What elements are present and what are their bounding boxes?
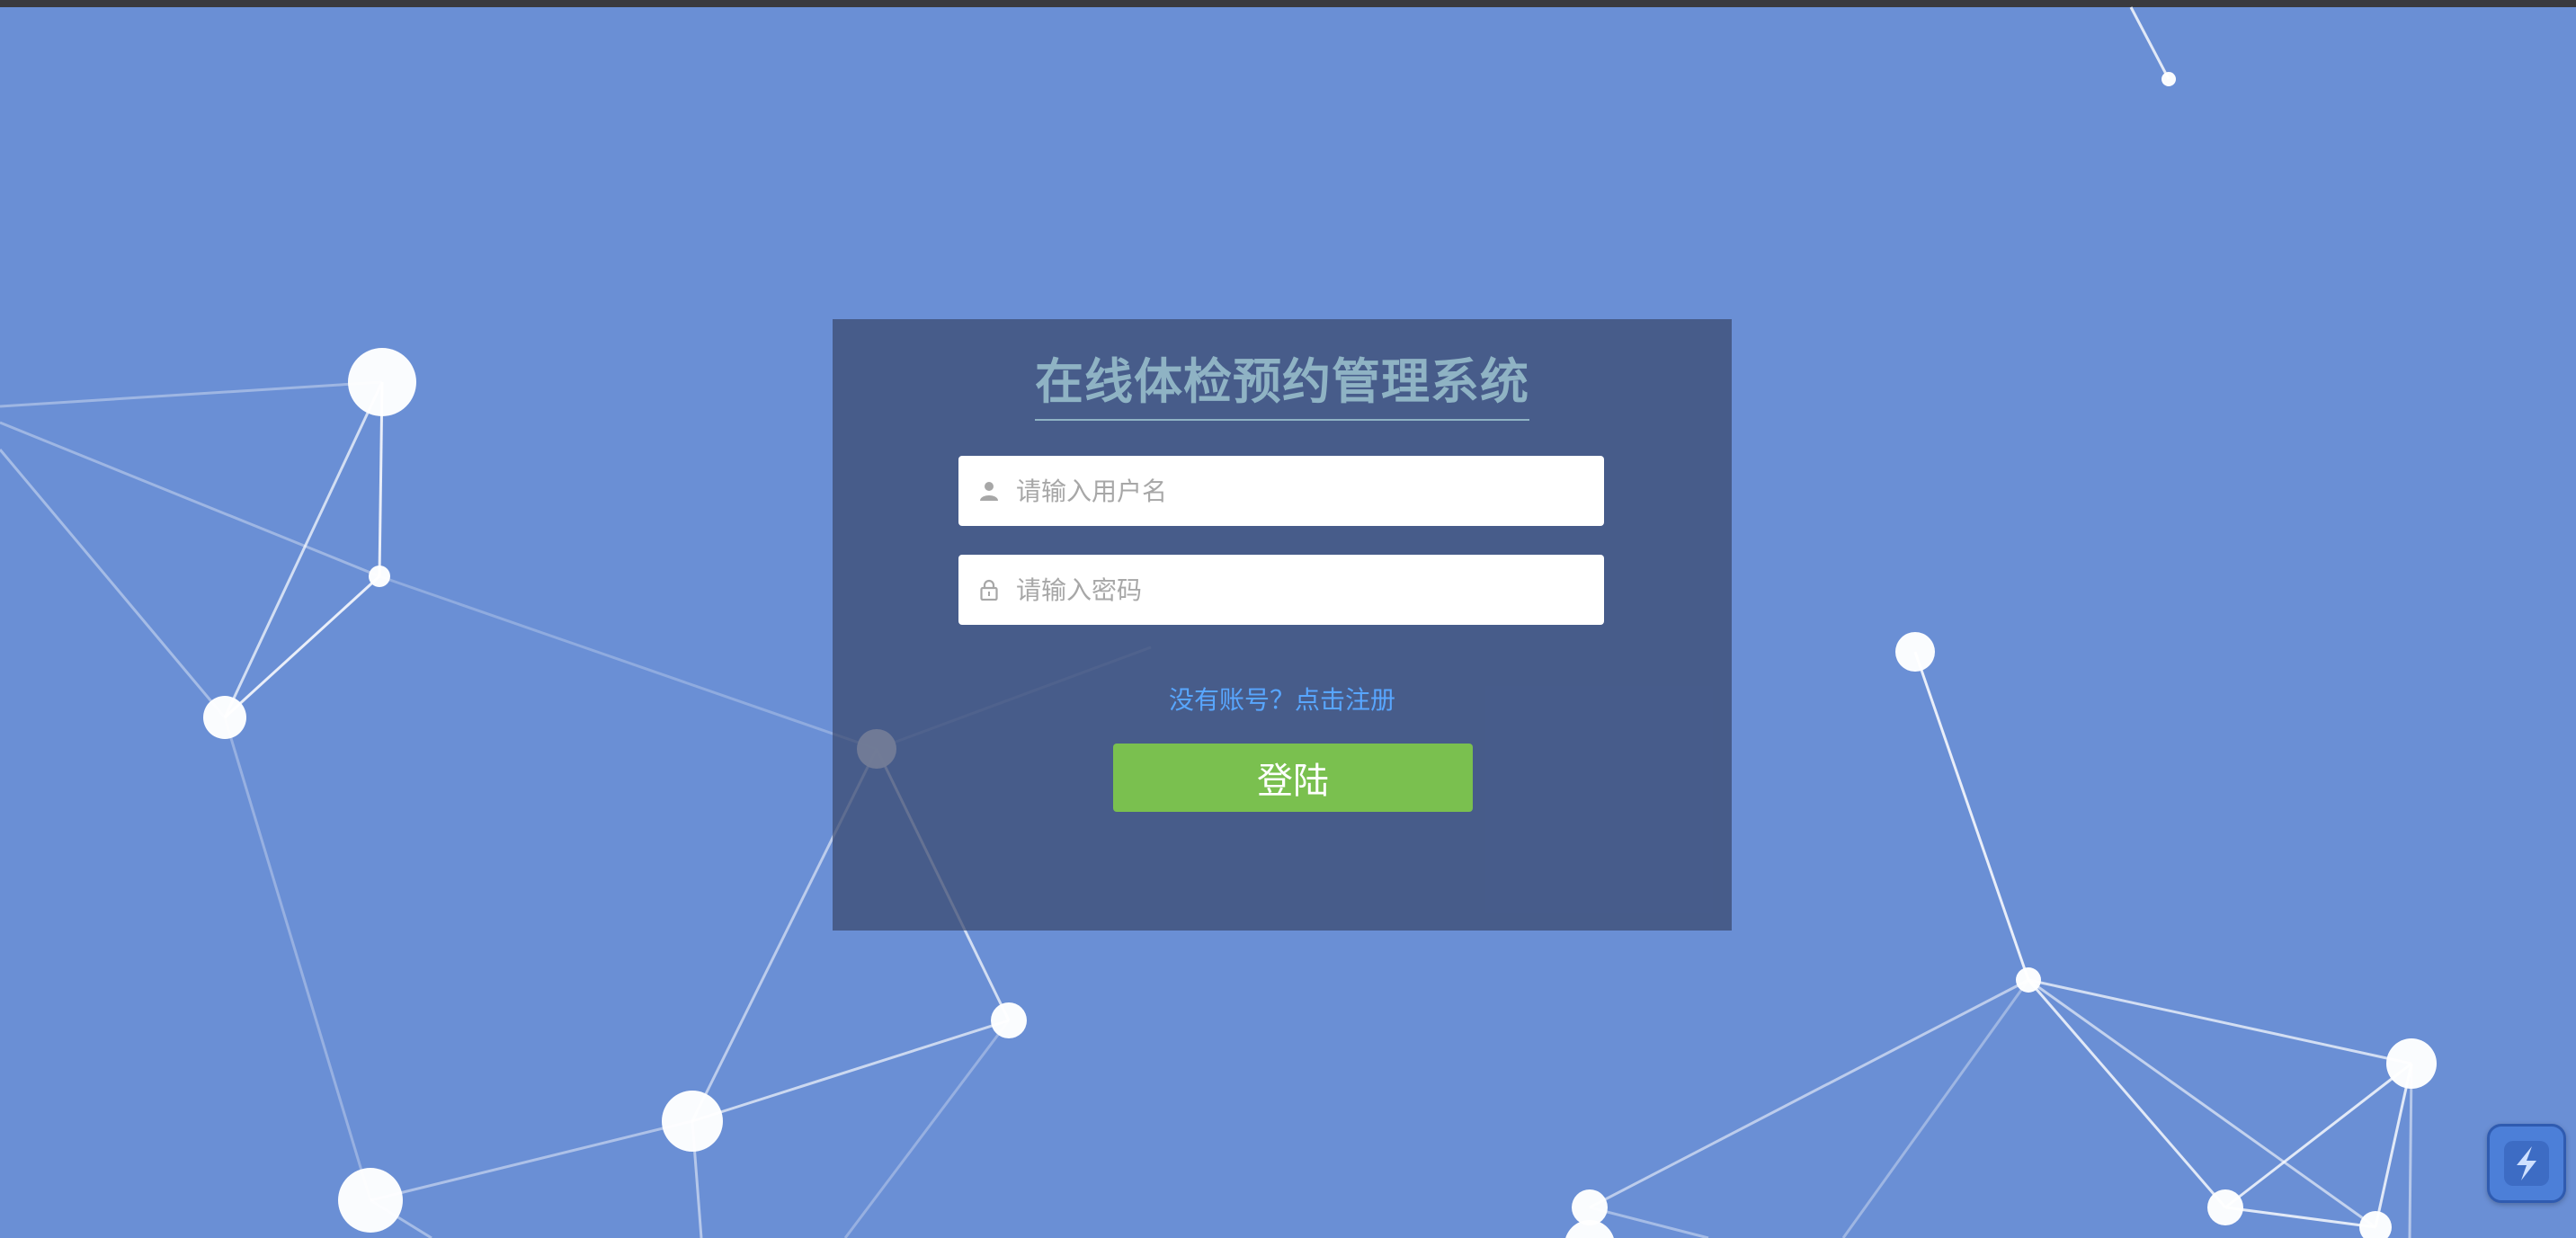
network-line bbox=[223, 381, 384, 718]
network-node bbox=[2162, 72, 2176, 86]
network-node bbox=[2359, 1211, 2392, 1238]
network-line bbox=[2408, 1063, 2413, 1238]
login-button[interactable]: 登陆 bbox=[1113, 744, 1473, 812]
network-node bbox=[1565, 1220, 1614, 1238]
network-node bbox=[991, 1002, 1027, 1038]
network-line bbox=[370, 1119, 693, 1202]
network-node bbox=[369, 566, 390, 587]
network-line bbox=[0, 380, 383, 408]
network-node bbox=[2386, 1038, 2437, 1089]
network-line bbox=[2027, 979, 2227, 1208]
network-line bbox=[1841, 979, 2030, 1238]
lightning-icon bbox=[2504, 1141, 2549, 1186]
network-line bbox=[379, 574, 878, 751]
network-node bbox=[203, 696, 246, 739]
login-panel: 在线体检预约管理系统 没有账号？点击注册 登陆 bbox=[833, 319, 1732, 931]
username-field[interactable] bbox=[958, 456, 1604, 526]
network-line bbox=[691, 1019, 1010, 1123]
network-node bbox=[348, 348, 416, 416]
title-text: 在线体检预约管理系统 bbox=[1035, 351, 1529, 421]
network-line bbox=[223, 717, 372, 1201]
network-node bbox=[338, 1168, 403, 1233]
register-link[interactable]: 没有账号？点击注册 bbox=[833, 681, 1732, 717]
username-input[interactable] bbox=[1016, 456, 1582, 526]
network-node bbox=[1895, 632, 1935, 672]
page-title: 在线体检预约管理系统 bbox=[833, 351, 1732, 421]
network-node bbox=[2207, 1189, 2243, 1225]
network-node bbox=[2016, 967, 2041, 993]
network-node bbox=[662, 1091, 723, 1152]
lock-icon bbox=[980, 579, 998, 601]
floating-widget[interactable] bbox=[2487, 1124, 2566, 1203]
network-line bbox=[0, 449, 227, 718]
network-line bbox=[1589, 978, 2029, 1209]
password-input[interactable] bbox=[1016, 555, 1582, 625]
password-field[interactable] bbox=[958, 555, 1604, 625]
network-line bbox=[0, 421, 380, 578]
network-line bbox=[1913, 651, 2030, 981]
network-line bbox=[223, 574, 381, 719]
network-line bbox=[2129, 6, 2170, 80]
network-line bbox=[843, 1020, 1011, 1238]
user-icon bbox=[980, 482, 998, 501]
